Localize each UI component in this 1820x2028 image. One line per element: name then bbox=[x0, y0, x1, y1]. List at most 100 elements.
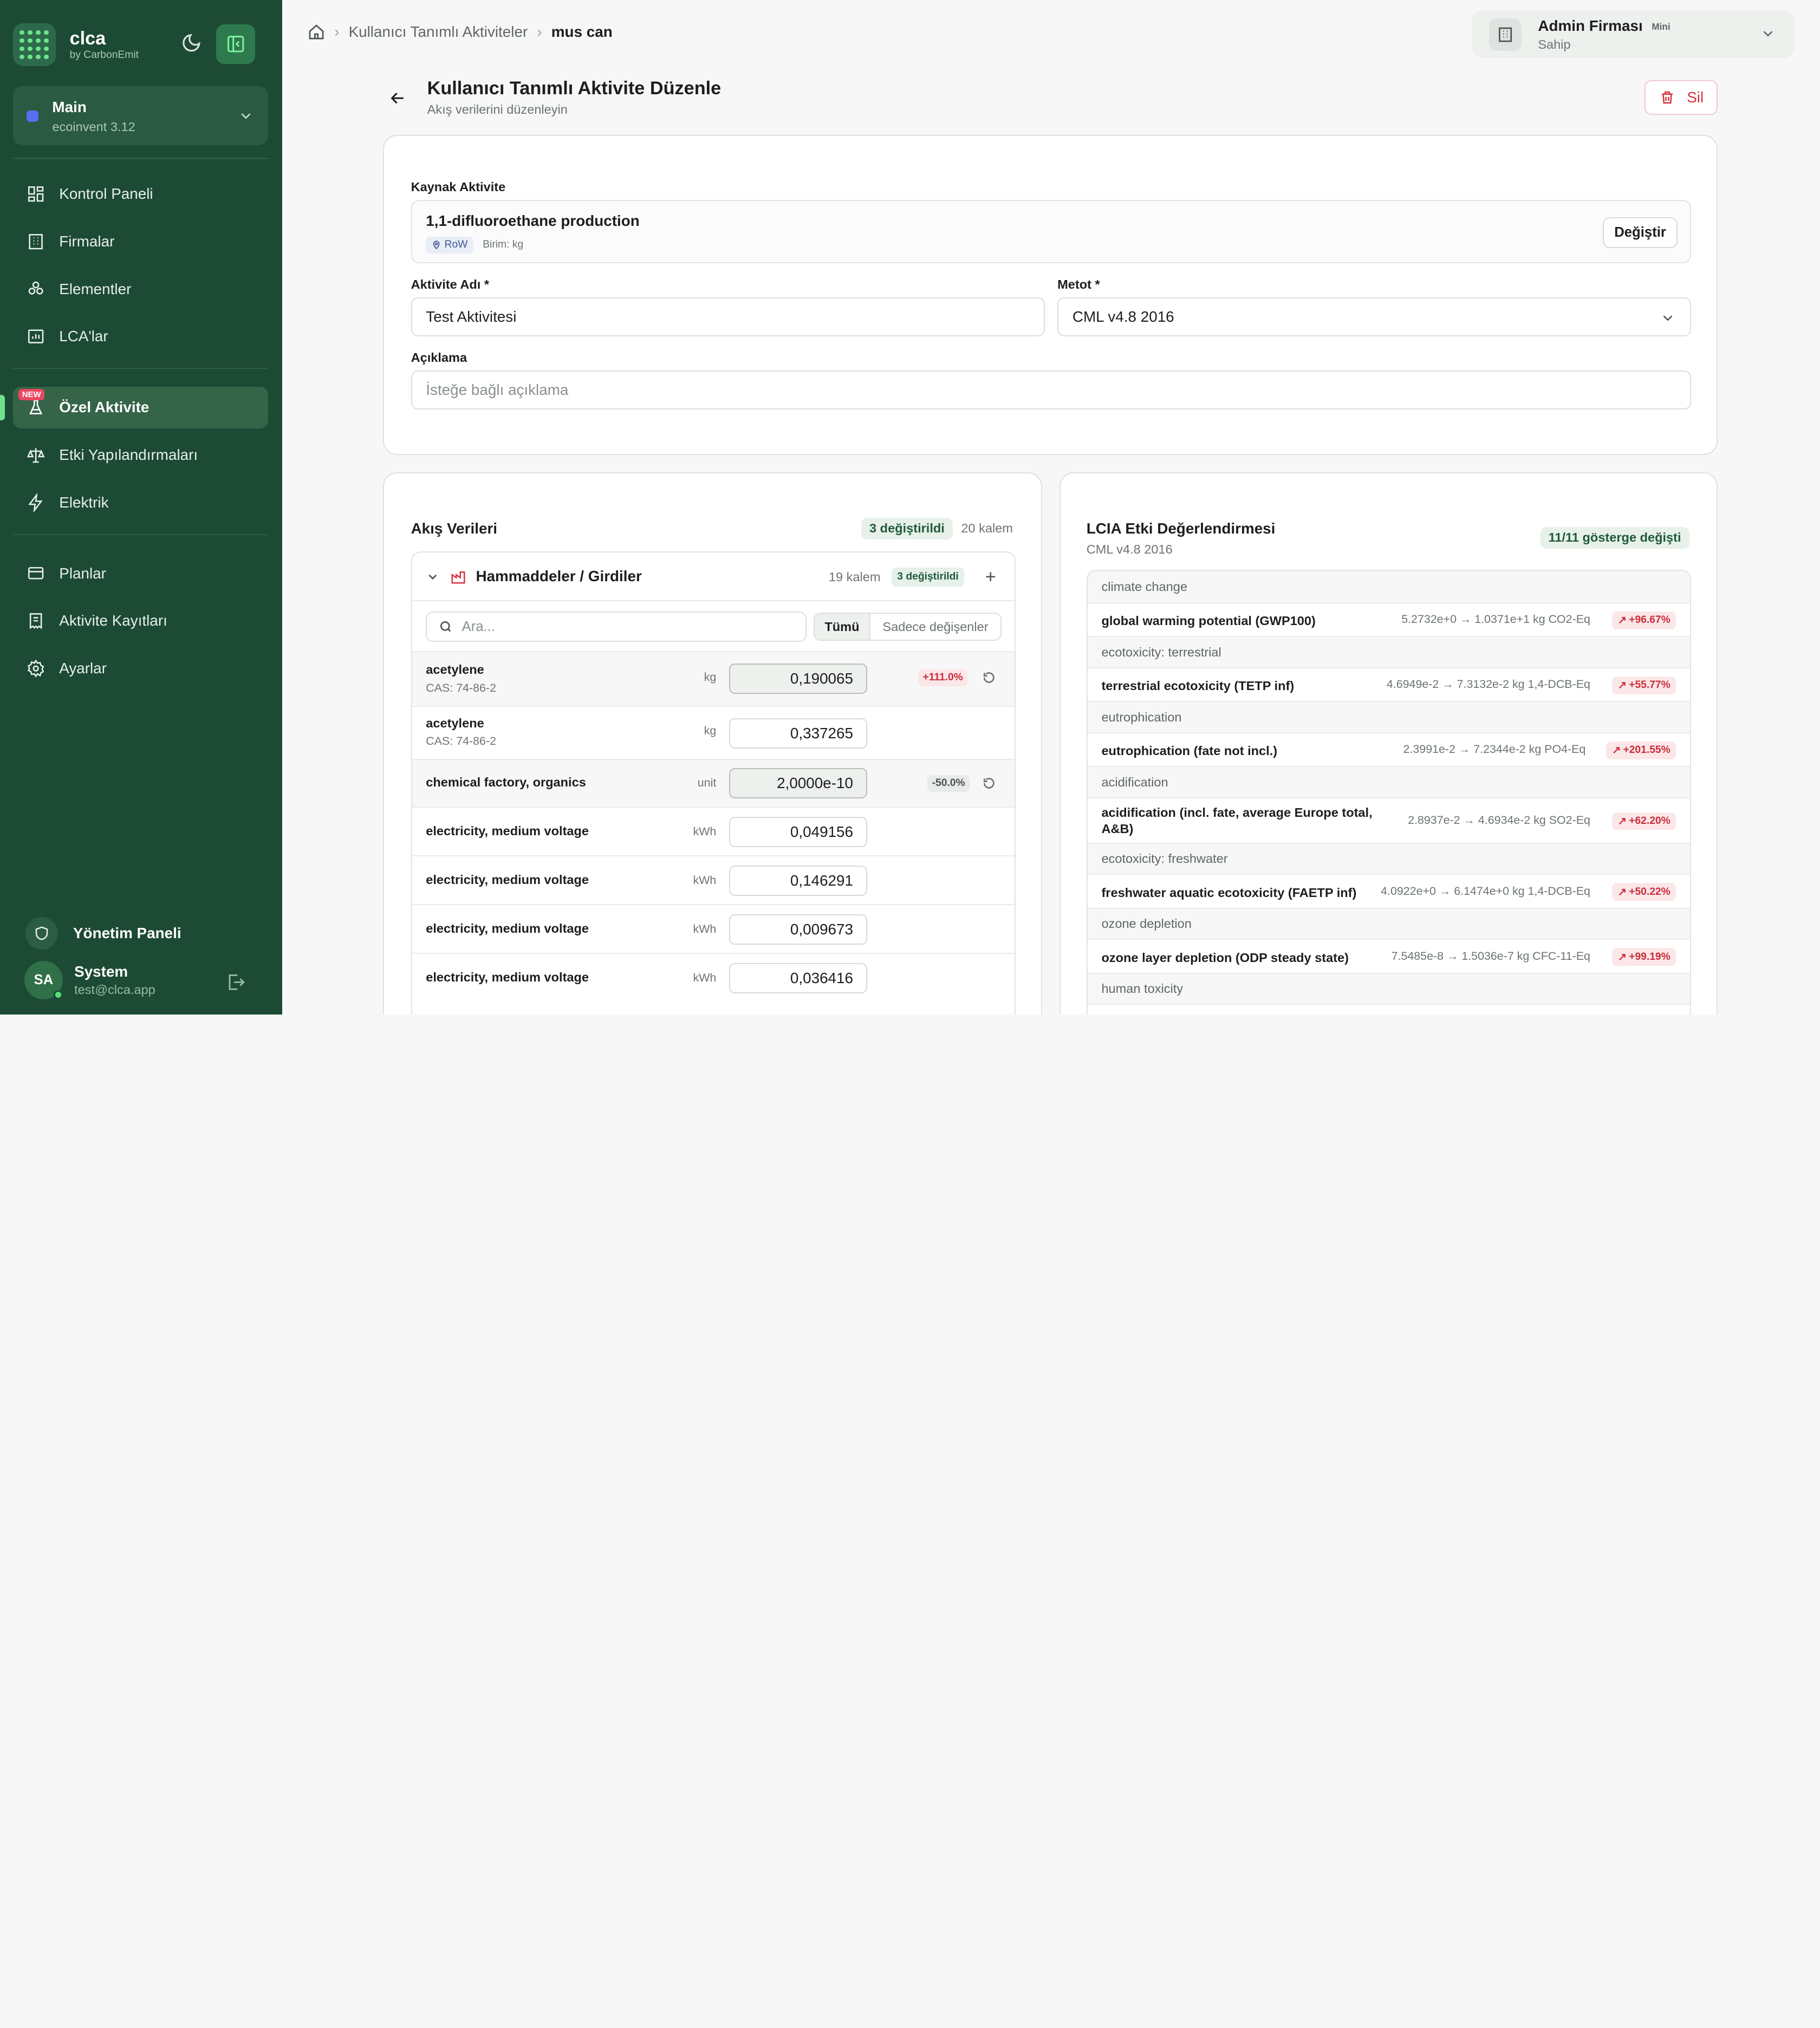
indicator-delta-text: +50.22% bbox=[1629, 886, 1670, 898]
lcia-indicator-row: freshwater aquatic ecotoxicity (FAETP in… bbox=[1087, 874, 1691, 908]
sidebar-item-electricity[interactable]: Elektrik bbox=[13, 482, 268, 523]
flow-row: electricity, medium voltage kWh 0,036416 bbox=[412, 953, 1015, 1002]
sidebar-collapse-button[interactable] bbox=[216, 24, 256, 64]
sidebar-item-custom-activity[interactable]: Özel Aktivite bbox=[12, 386, 268, 428]
indicator-delta: ↗ +99.19% bbox=[1612, 948, 1676, 966]
sidebar-item-lcas[interactable]: LCA'lar bbox=[13, 316, 268, 358]
source-unit: Birim: kg bbox=[483, 239, 524, 251]
sidebar-item-settings[interactable]: Ayarlar bbox=[13, 648, 268, 690]
description-input[interactable]: İsteğe bağlı açıklama bbox=[411, 370, 1692, 410]
flow-unit: kg bbox=[704, 671, 717, 684]
source-activity-box: 1,1-difluoroethane production RoW Birim:… bbox=[411, 199, 1692, 264]
search-icon bbox=[440, 621, 451, 632]
brand-name: clca bbox=[69, 28, 106, 49]
flow-amount-input[interactable]: 0,190065 bbox=[729, 664, 867, 694]
brand[interactable]: clca by CarbonEmit bbox=[12, 23, 139, 67]
workspace-name: Main bbox=[52, 99, 87, 116]
sidebar-divider bbox=[12, 158, 268, 159]
chart-icon bbox=[28, 329, 44, 344]
building-icon bbox=[1489, 18, 1522, 51]
delete-button[interactable]: Sil bbox=[1644, 80, 1718, 115]
online-status-dot bbox=[53, 990, 63, 1000]
active-indicator bbox=[0, 394, 5, 420]
sidebar-item-label: LCA'lar bbox=[59, 328, 108, 345]
flow-group-header[interactable]: Hammaddeler / Girdiler 19 kalem 3 değişt… bbox=[412, 552, 1015, 601]
back-arrow-icon[interactable] bbox=[388, 88, 407, 113]
user-profile[interactable]: SA System test@clca.app bbox=[24, 961, 155, 1000]
flow-amount-input[interactable]: 0,036416 bbox=[729, 963, 867, 994]
brand-tagline: by CarbonEmit bbox=[69, 49, 139, 61]
workspace-color-dot bbox=[27, 110, 38, 122]
reset-icon[interactable] bbox=[982, 776, 996, 790]
flow-amount-input[interactable]: 0,337265 bbox=[729, 718, 867, 749]
organization-switcher[interactable]: Admin Firması Mini Sahip bbox=[1472, 10, 1795, 58]
indicator-delta: ↗ +50.22% bbox=[1612, 883, 1676, 901]
change-source-button[interactable]: Değiştir bbox=[1603, 217, 1678, 249]
filter-all-button[interactable]: Tümü bbox=[815, 614, 870, 640]
breadcrumb-parent[interactable]: Kullanıcı Tanımlı Aktiviteler bbox=[349, 23, 528, 41]
flow-delta-badge: +111.0% bbox=[918, 670, 968, 686]
flow-amount-input[interactable]: 2,0000e-10 bbox=[729, 768, 867, 798]
flow-group-count: 19 kalem bbox=[828, 570, 881, 584]
flow-amount-input[interactable]: 0,049156 bbox=[729, 817, 867, 847]
flow-unit: kg bbox=[704, 724, 717, 737]
lcia-list: climate change global warming potential … bbox=[1086, 570, 1692, 1015]
add-flow-plus-icon[interactable]: + bbox=[985, 567, 996, 588]
lcia-changed-pill: 11/11 gösterge değişti bbox=[1540, 526, 1689, 549]
sidebar-item-plans[interactable]: Planlar bbox=[13, 552, 268, 594]
lcia-category: human toxicity bbox=[1087, 972, 1691, 1004]
indicator-values: 5.2732e+0 → 1.0371e+1 kg CO2-Eq bbox=[1401, 613, 1590, 626]
trend-up-icon: ↗ bbox=[1617, 951, 1627, 963]
sidebar-item-activity-logs[interactable]: Aktivite Kayıtları bbox=[13, 600, 268, 642]
filter-changed-button[interactable]: Sadece değişenler bbox=[870, 614, 1000, 639]
indicator-name: acidification (incl. fate, average Europ… bbox=[1101, 805, 1373, 836]
lcia-category: climate change bbox=[1087, 571, 1691, 602]
reset-icon[interactable] bbox=[982, 671, 996, 685]
avatar: SA bbox=[24, 961, 63, 1000]
indicator-name: global warming potential (GWP100) bbox=[1101, 614, 1316, 628]
breadcrumb-current: mus can bbox=[551, 23, 613, 40]
bolt-icon bbox=[28, 493, 43, 512]
scale-icon bbox=[27, 448, 45, 463]
chevron-right-icon: › bbox=[334, 23, 340, 40]
shield-icon bbox=[25, 916, 58, 950]
description-label: Açıklama bbox=[411, 350, 467, 365]
activity-name-input[interactable]: Test Aktivitesi bbox=[411, 297, 1045, 337]
flow-group-name: Hammaddeler / Girdiler bbox=[476, 567, 642, 584]
indicator-delta: ↗ +96.67% bbox=[1612, 612, 1676, 629]
flow-amount-input[interactable]: 0,009673 bbox=[729, 914, 867, 945]
source-activity-name: 1,1-difluoroethane production bbox=[426, 212, 640, 229]
admin-panel-label: Yönetim Paneli bbox=[73, 924, 181, 941]
flow-unit: unit bbox=[697, 776, 717, 790]
lcia-title: LCIA Etki Değerlendirmesi bbox=[1086, 520, 1276, 537]
sidebar-item-impact-configs[interactable]: Etki Yapılandırmaları bbox=[13, 434, 268, 476]
flow-row: acetylene CAS: 74-86-2 kg 0,190065 +111.… bbox=[412, 651, 1015, 706]
flow-search-input[interactable]: Ara... bbox=[426, 612, 807, 642]
flow-amount-input[interactable]: 0,146291 bbox=[729, 866, 867, 896]
sidebar-item-dashboard[interactable]: Kontrol Paneli bbox=[13, 173, 268, 214]
method-select[interactable]: CML v4.8 2016 bbox=[1057, 297, 1692, 337]
flow-delta-badge: -50.0% bbox=[927, 775, 970, 792]
method-value: CML v4.8 2016 bbox=[1072, 308, 1174, 325]
indicator-values: 4.6949e-2 → 7.3132e-2 kg 1,4-DCB-Eq bbox=[1386, 678, 1590, 691]
theme-toggle-moon-icon[interactable] bbox=[181, 32, 204, 56]
logout-icon[interactable] bbox=[225, 972, 246, 998]
map-pin-icon bbox=[433, 240, 440, 249]
indicator-values: 2.3991e-2 → 7.2344e-2 kg PO4-Eq bbox=[1403, 743, 1586, 756]
home-icon[interactable] bbox=[308, 23, 325, 41]
indicator-delta: ↗ +55.77% bbox=[1612, 677, 1676, 694]
flask-icon bbox=[29, 399, 43, 414]
sidebar-item-firms[interactable]: Firmalar bbox=[13, 220, 268, 262]
admin-panel-link[interactable]: Yönetim Paneli bbox=[25, 916, 181, 950]
flows-changed-pill: 3 değiştirildi bbox=[861, 517, 953, 540]
workspace-switcher[interactable]: Main ecoinvent 3.12 bbox=[12, 86, 268, 145]
indicator-values: 2.8937e-2 → 4.6934e-2 kg SO2-Eq bbox=[1408, 813, 1590, 827]
indicator-delta-text: +201.55% bbox=[1623, 744, 1670, 756]
flow-name: electricity, medium voltage bbox=[426, 921, 589, 936]
flow-unit: kWh bbox=[693, 825, 717, 838]
trash-icon bbox=[1661, 91, 1673, 104]
sidebar-item-elements[interactable]: Elementler bbox=[13, 268, 268, 310]
lcia-indicator-row bbox=[1087, 1004, 1691, 1015]
lcia-category: eutrophication bbox=[1087, 701, 1691, 732]
indicator-values: 7.5485e-8 → 1.5036e-7 kg CFC-11-Eq bbox=[1391, 949, 1590, 963]
